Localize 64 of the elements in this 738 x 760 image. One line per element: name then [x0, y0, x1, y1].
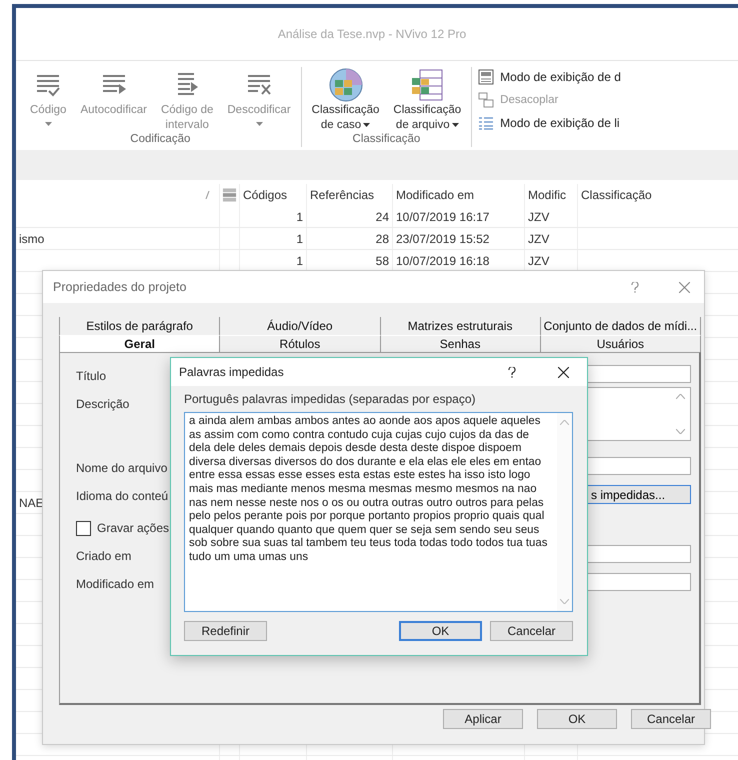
tab[interactable]: Rótulos	[220, 335, 380, 352]
field-label: Nome do arquivo	[76, 460, 168, 475]
column-header[interactable]: Modific	[528, 188, 566, 202]
column-header[interactable]: Classificação	[581, 188, 652, 202]
field-label: Modificado em	[76, 576, 154, 591]
column-header[interactable]: Modificado em	[396, 188, 474, 202]
scroll-up-icon	[676, 394, 685, 399]
table-grid-icon	[410, 68, 444, 102]
text-area[interactable]	[184, 412, 573, 612]
column-header[interactable]: Referências	[310, 188, 374, 202]
table-cell: 10/07/2019 16:17	[396, 210, 490, 224]
field-label: Título	[76, 368, 106, 383]
panel-icon	[478, 69, 494, 85]
scroll-down-icon	[560, 599, 569, 604]
table-cell: 24	[376, 210, 389, 224]
table-cell: 28	[376, 232, 389, 246]
windows-icon	[478, 92, 494, 108]
table-cell: ismo	[19, 232, 44, 246]
table-cell: 1	[296, 254, 303, 268]
field-label: Descrição	[76, 396, 130, 411]
tab[interactable]: Senhas	[380, 335, 541, 352]
dialog-button[interactable]: Cancelar	[490, 621, 573, 641]
scroll-up-icon	[560, 420, 569, 425]
pie-grid-icon	[328, 68, 363, 102]
close-icon[interactable]	[558, 366, 569, 378]
checkbox-label: Gravar ações	[97, 520, 170, 535]
help-icon[interactable]	[508, 366, 516, 378]
tab[interactable]: Usuários	[540, 335, 701, 352]
stopwords-text: a ainda alem ambas ambos antes ao aonde aos apos aquele aqueles as assim com como contra contudo cuja cujas cujo cujos da das de dela dele deles demais depois desde desta deste dispoe dispoem diversa diversas diversos do dos durante e ela elas ele eles em entao entre essa essas esse esses esta estas este estes ha isso isto logo mais mas mediante menos mesma mesmas mesmo mesmos na nao nas nem nesse neste nos o os ou outra outras outro outros para pelas pelo pelos perante pois por porque portanto propios proprio quais qual qualquer quando quanto que quem quer se seja sem sendo seu seus sob sobre sua suas tal tambem teu teus toda todas todo todos tua tuas tudo um uma umas uns	[188, 414, 548, 565]
group-label: Classificação	[352, 133, 420, 145]
scroll-down-icon	[676, 429, 685, 434]
tab[interactable]: Geral	[59, 335, 220, 352]
ribbon-button[interactable]: Classificação de arquivo	[389, 67, 466, 133]
table-cell: 1	[296, 210, 303, 224]
sort-icon	[205, 191, 210, 199]
table-cell: 1	[296, 232, 303, 246]
dialog-button[interactable]: OK	[399, 621, 482, 641]
window-title: Análise da Tese.nvp - NVivo 12 Pro	[278, 27, 466, 41]
lines-check-icon	[35, 72, 62, 98]
dialog-button[interactable]: Aplicar	[443, 709, 523, 729]
dialog-title: Propriedades do projeto	[53, 280, 186, 294]
ribbon-item[interactable]: Modo de exibição de li	[478, 113, 621, 133]
dialog-title: Palavras impedidas	[179, 365, 284, 379]
dialog-button[interactable]: OK	[537, 709, 617, 729]
field-label: Idioma do conteú	[76, 488, 168, 503]
table-cell: 23/07/2019 15:52	[396, 232, 490, 246]
group-label: Codificação	[130, 133, 190, 145]
table-cell: 10/07/2019 16:18	[396, 254, 490, 268]
nodes-icon	[222, 187, 237, 203]
table-cell: JZV	[528, 232, 550, 246]
column-header[interactable]: Códigos	[243, 188, 288, 202]
checkbox[interactable]	[76, 521, 91, 536]
field-label: Criado em	[76, 548, 132, 563]
field-label: Português palavras impedidas (separadas por espaço)	[184, 392, 476, 406]
list-icon	[478, 115, 494, 131]
dialog-button[interactable]: Redefinir	[184, 621, 267, 641]
table-cell: 58	[376, 254, 389, 268]
tab[interactable]: Estilos de parágrafo	[59, 317, 220, 335]
table-cell: JZV	[528, 254, 550, 268]
table-cell: JZV	[528, 210, 550, 224]
ribbon-item[interactable]: Modo de exibição de d	[478, 67, 621, 87]
dialog-button[interactable]: Cancelar	[631, 709, 711, 729]
ribbon-button[interactable]: Classificação de caso	[308, 67, 384, 133]
table-cell: NAE	[19, 496, 44, 510]
